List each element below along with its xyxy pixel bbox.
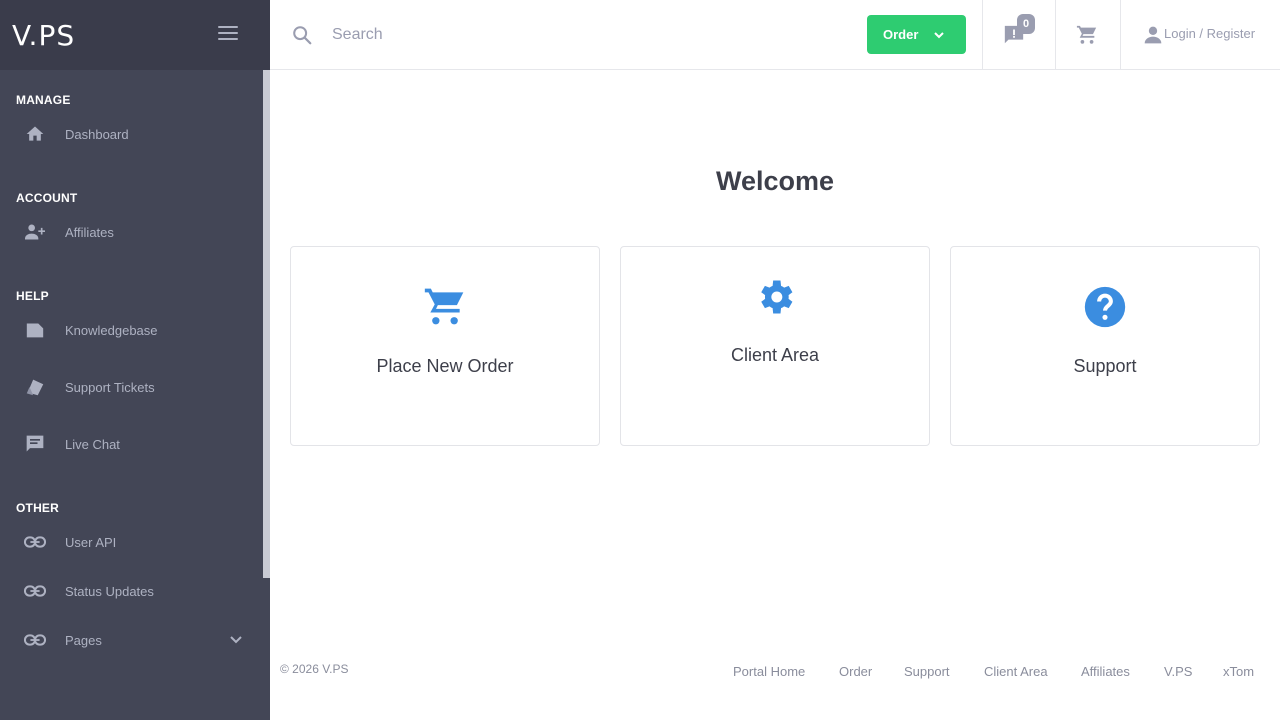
sidebar-item-label: Live Chat bbox=[65, 436, 120, 452]
footer-copyright: © 2026 V.PS bbox=[280, 662, 349, 676]
ticket-icon bbox=[24, 376, 46, 398]
notification-count-badge: 0 bbox=[1017, 14, 1035, 34]
order-button-label: Order bbox=[883, 27, 919, 42]
topbar: Order 0 Login / Register bbox=[270, 0, 1280, 70]
login-register-link[interactable]: Login / Register bbox=[1143, 0, 1280, 70]
card-place-new-order[interactable]: Place New Order bbox=[290, 246, 600, 446]
link-icon bbox=[24, 531, 46, 553]
user-add-icon bbox=[24, 221, 46, 243]
cart-button[interactable] bbox=[1056, 0, 1120, 70]
sidebar-item-label: Support Tickets bbox=[65, 379, 155, 395]
sidebar-item-support-tickets[interactable]: Support Tickets bbox=[0, 367, 262, 407]
chevron-down-icon bbox=[933, 29, 945, 41]
cart-icon bbox=[423, 285, 467, 329]
sidebar: V.PS MANAGE Dashboard ACCOUNT Affiliates… bbox=[0, 0, 270, 720]
chevron-down-icon[interactable] bbox=[229, 633, 243, 647]
footer-link-portal-home[interactable]: Portal Home bbox=[733, 664, 805, 679]
link-icon bbox=[24, 580, 46, 602]
question-icon bbox=[1083, 285, 1127, 329]
footer-link-client-area[interactable]: Client Area bbox=[984, 664, 1048, 679]
sidebar-item-label: Pages bbox=[65, 632, 102, 648]
chat-icon bbox=[24, 433, 46, 455]
footer-link-order[interactable]: Order bbox=[839, 664, 872, 679]
notifications-button[interactable]: 0 bbox=[983, 0, 1056, 70]
section-title-help: HELP bbox=[16, 289, 49, 303]
sidebar-item-label: Dashboard bbox=[65, 126, 129, 142]
footer-link-affiliates[interactable]: Affiliates bbox=[1081, 664, 1130, 679]
user-icon bbox=[1143, 25, 1163, 45]
cart-icon bbox=[1076, 24, 1098, 46]
section-title-manage: MANAGE bbox=[16, 93, 71, 107]
card-client-area[interactable]: Client Area bbox=[620, 246, 930, 446]
section-title-account: ACCOUNT bbox=[16, 191, 78, 205]
card-support[interactable]: Support bbox=[950, 246, 1260, 446]
gear-icon bbox=[753, 275, 797, 319]
footer-link-support[interactable]: Support bbox=[904, 664, 950, 679]
folder-icon bbox=[24, 319, 46, 341]
search-input[interactable] bbox=[332, 20, 832, 50]
footer-link-xtom[interactable]: xTom bbox=[1223, 664, 1254, 679]
sidebar-item-knowledgebase[interactable]: Knowledgebase bbox=[0, 310, 262, 350]
page-title: Welcome bbox=[715, 166, 835, 196]
search-icon bbox=[291, 24, 313, 46]
sidebar-item-label: User API bbox=[65, 534, 117, 550]
sidebar-scrollbar[interactable] bbox=[263, 70, 270, 578]
card-label: Client Area bbox=[730, 345, 820, 365]
footer-link-vps[interactable]: V.PS bbox=[1164, 664, 1192, 679]
sidebar-item-label: Status Updates bbox=[65, 583, 154, 599]
sidebar-item-label: Affiliates bbox=[65, 224, 114, 240]
card-label: Place New Order bbox=[376, 356, 514, 376]
sidebar-item-label: Knowledgebase bbox=[65, 322, 158, 338]
menu-toggle-button[interactable] bbox=[218, 26, 238, 42]
sidebar-item-pages[interactable]: Pages bbox=[0, 620, 262, 660]
card-label: Support bbox=[1073, 356, 1137, 376]
divider bbox=[1120, 0, 1121, 70]
sidebar-item-live-chat[interactable]: Live Chat bbox=[0, 424, 262, 464]
sidebar-item-dashboard[interactable]: Dashboard bbox=[0, 114, 262, 154]
sidebar-item-affiliates[interactable]: Affiliates bbox=[0, 212, 262, 252]
link-icon bbox=[24, 629, 46, 651]
login-register-label: Login / Register bbox=[1164, 26, 1256, 41]
logo-bar: V.PS bbox=[0, 0, 270, 70]
brand-logo[interactable]: V.PS bbox=[12, 20, 75, 52]
home-icon bbox=[24, 123, 46, 145]
sidebar-item-status-updates[interactable]: Status Updates bbox=[0, 571, 262, 611]
order-dropdown-button[interactable]: Order bbox=[867, 15, 966, 54]
sidebar-item-user-api[interactable]: User API bbox=[0, 522, 262, 562]
section-title-other: OTHER bbox=[16, 501, 59, 515]
